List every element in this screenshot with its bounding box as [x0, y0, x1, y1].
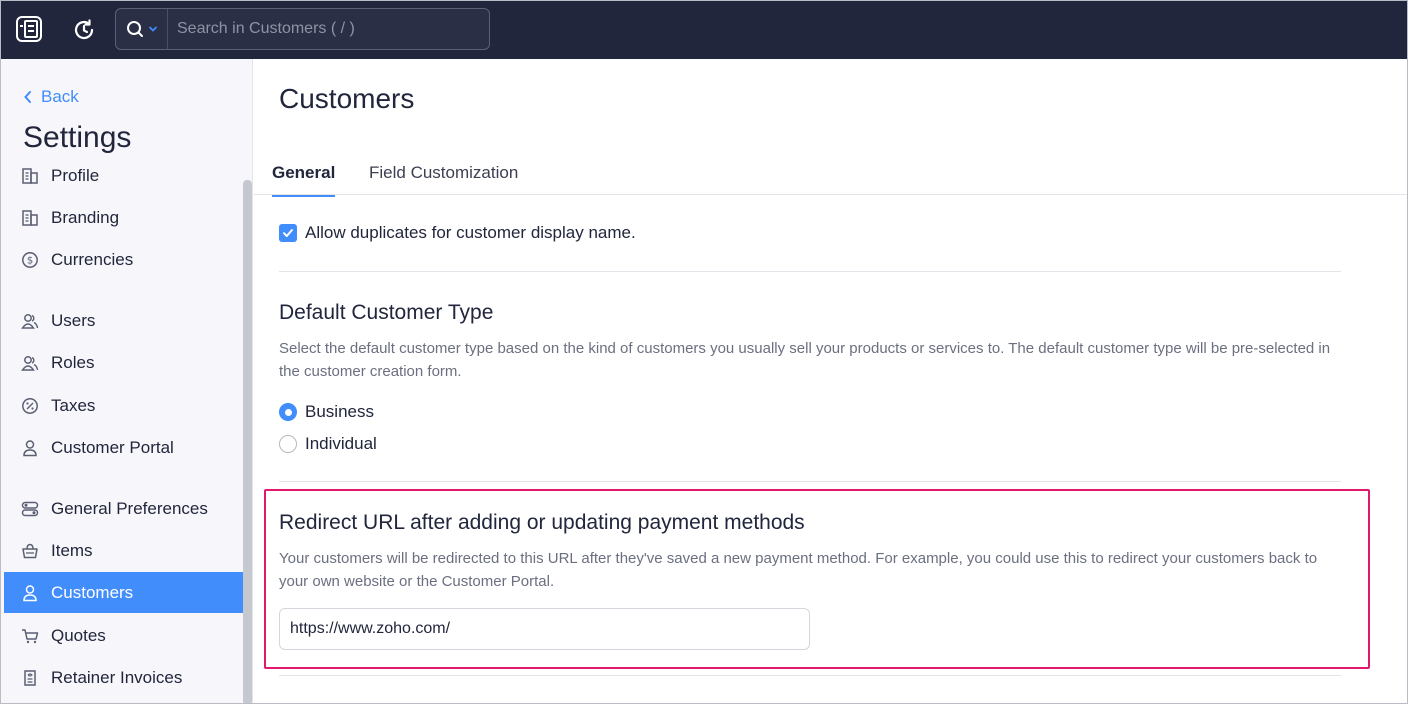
sidebar-item-label: Customers	[51, 582, 134, 602]
radio-button[interactable]	[279, 435, 297, 453]
sidebar-item-profile[interactable]: Profile	[4, 155, 243, 196]
chevron-left-icon	[24, 91, 31, 103]
sidebar-item-label: Users	[51, 310, 96, 330]
sidebar-item-general-preferences[interactable]: General Preferences	[4, 488, 243, 529]
user-icon	[21, 584, 39, 602]
search-scope-dropdown[interactable]	[116, 9, 168, 49]
sidebar-item-label: Retainer Invoices	[51, 667, 183, 687]
customer-type-title: Default Customer Type	[279, 301, 494, 324]
global-search	[115, 8, 490, 50]
dollar-circle-icon: $	[21, 251, 39, 269]
radio-business[interactable]: Business	[279, 402, 374, 422]
sidebar-item-retainer-invoices[interactable]: Retainer Invoices	[4, 657, 243, 698]
tab-bar: General Field Customization	[254, 151, 1407, 197]
sidebar-item-customers[interactable]: Customers	[4, 572, 243, 613]
tab-field-customization[interactable]: Field Customization	[369, 163, 518, 195]
building-icon	[21, 167, 39, 185]
settings-title: Settings	[23, 121, 132, 154]
sidebar-item-label: Taxes	[51, 395, 96, 415]
radio-button-selected[interactable]	[279, 403, 297, 421]
sidebar-item-taxes[interactable]: Taxes	[4, 385, 243, 426]
page-title: Customers	[279, 83, 415, 114]
customer-type-description: Select the default customer type based o…	[279, 340, 1331, 380]
chevron-down-icon	[148, 26, 157, 32]
sidebar-item-label: Items	[51, 540, 93, 560]
sidebar-item-currencies[interactable]: $ Currencies	[4, 239, 243, 280]
divider	[279, 481, 1341, 482]
divider	[279, 675, 1341, 676]
redirect-url-title: Redirect URL after adding or updating pa…	[279, 511, 805, 534]
allow-duplicates-label: Allow duplicates for customer display na…	[305, 223, 636, 242]
cart-icon	[21, 627, 39, 645]
sidebar-item-label: Currencies	[51, 249, 134, 269]
basket-icon	[21, 542, 39, 560]
sidebar-item-quotes[interactable]: Quotes	[4, 615, 243, 656]
back-label: Back	[41, 87, 79, 106]
sidebar-item-branding[interactable]: Branding	[4, 197, 243, 238]
percent-circle-icon	[21, 397, 39, 415]
sidebar-item-items[interactable]: Items	[4, 530, 243, 571]
radio-label: Individual	[305, 434, 377, 453]
allow-duplicates-checkbox[interactable]	[279, 224, 297, 242]
sidebar-scrollbar[interactable]	[243, 180, 252, 703]
checkmark-icon	[283, 229, 293, 237]
users-icon	[21, 312, 39, 330]
tab-general[interactable]: General	[272, 163, 336, 197]
search-icon	[126, 21, 143, 37]
top-bar	[1, 1, 1407, 59]
building-icon	[21, 209, 39, 227]
sidebar-item-label: Profile	[51, 165, 100, 185]
sidebar-item-users[interactable]: Users	[4, 300, 243, 341]
allow-duplicates-option: Allow duplicates for customer display na…	[279, 223, 636, 243]
users-icon	[21, 354, 39, 372]
sidebar-item-customer-portal[interactable]: Customer Portal	[4, 427, 243, 468]
redirect-url-description: Your customers will be redirected to thi…	[279, 550, 1318, 590]
preferences-icon	[21, 500, 39, 518]
user-icon	[21, 439, 39, 457]
sidebar-item-label: General Preferences	[51, 498, 208, 518]
radio-individual[interactable]: Individual	[279, 434, 377, 454]
sidebar-item-label: Quotes	[51, 625, 106, 645]
sidebar-item-label: Roles	[51, 352, 95, 372]
app-window: Back Settings Profile Branding $ Currenc	[0, 0, 1408, 704]
radio-label: Business	[305, 402, 374, 421]
sidebar-item-label: Customer Portal	[51, 437, 174, 457]
back-link[interactable]: Back	[23, 87, 79, 107]
app-switcher-icon[interactable]	[13, 13, 45, 45]
redirect-url-input[interactable]	[279, 608, 810, 650]
sidebar-item-label: Branding	[51, 207, 120, 227]
recent-history-icon[interactable]	[69, 15, 99, 45]
invoice-icon	[21, 669, 39, 687]
search-input[interactable]	[168, 9, 489, 49]
settings-sidebar: Back Settings Profile Branding $ Currenc	[1, 59, 253, 703]
sidebar-item-roles[interactable]: Roles	[4, 342, 243, 383]
svg-text:$: $	[27, 255, 33, 266]
divider	[279, 271, 1341, 272]
